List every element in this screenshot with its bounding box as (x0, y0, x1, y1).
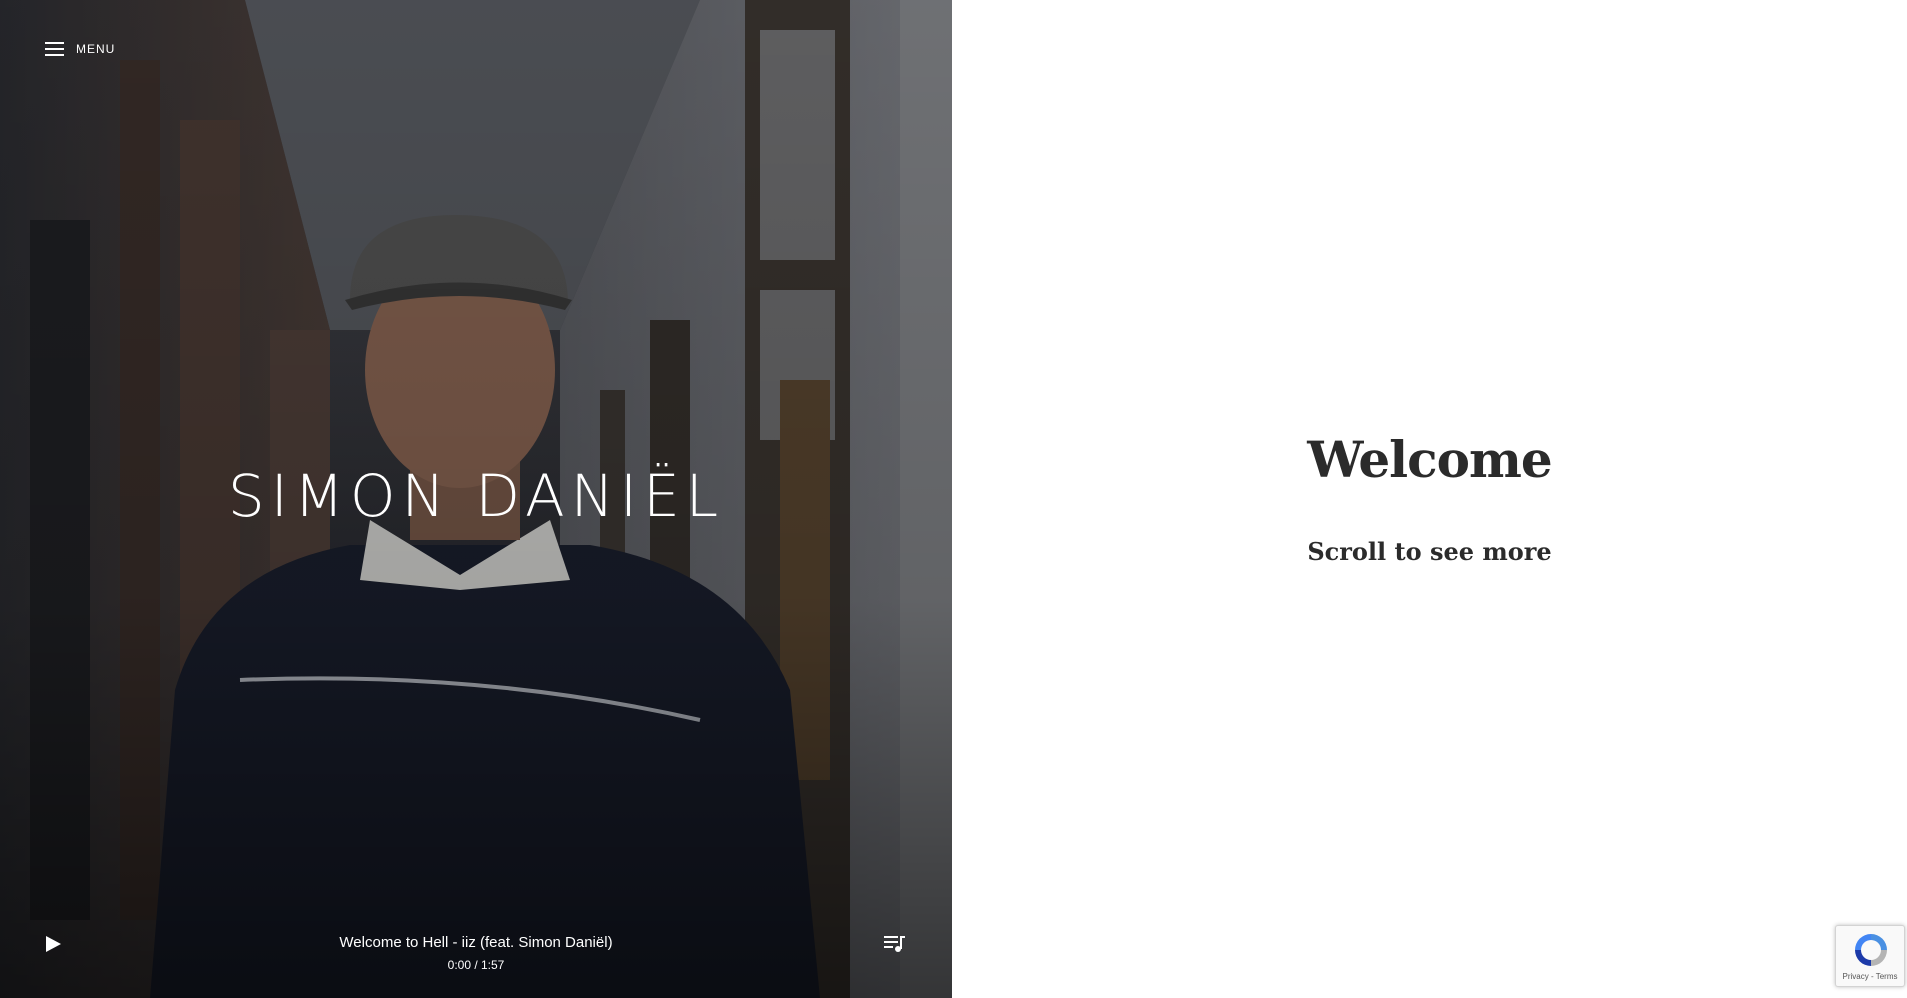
playlist-icon[interactable] (884, 935, 906, 953)
recaptcha-logo (1855, 934, 1887, 966)
recaptcha-links[interactable]: Privacy - Terms (1836, 972, 1904, 981)
menu-button[interactable]: MENU (45, 42, 115, 56)
track-time: 0:00 / 1:57 (447, 958, 505, 972)
hero-section: MENU SIMON DANIËL Welcome to Hell - iiz … (0, 0, 952, 998)
menu-label: MENU (76, 42, 116, 56)
scroll-hint: Scroll to see more (1307, 537, 1552, 566)
now-playing: Welcome to Hell - iiz (feat. Simon Danië… (0, 934, 952, 972)
page: MENU SIMON DANIËL Welcome to Hell - iiz … (0, 0, 1907, 998)
recaptcha-badge[interactable]: Privacy - Terms (1835, 925, 1905, 987)
welcome-heading: Welcome (1307, 430, 1552, 489)
track-title: Welcome to Hell - iiz (feat. Simon Danië… (339, 934, 613, 951)
hamburger-icon (45, 42, 64, 56)
welcome-panel: Welcome Scroll to see more (952, 0, 1907, 998)
artist-name-heading: SIMON DANIËL (227, 462, 725, 530)
